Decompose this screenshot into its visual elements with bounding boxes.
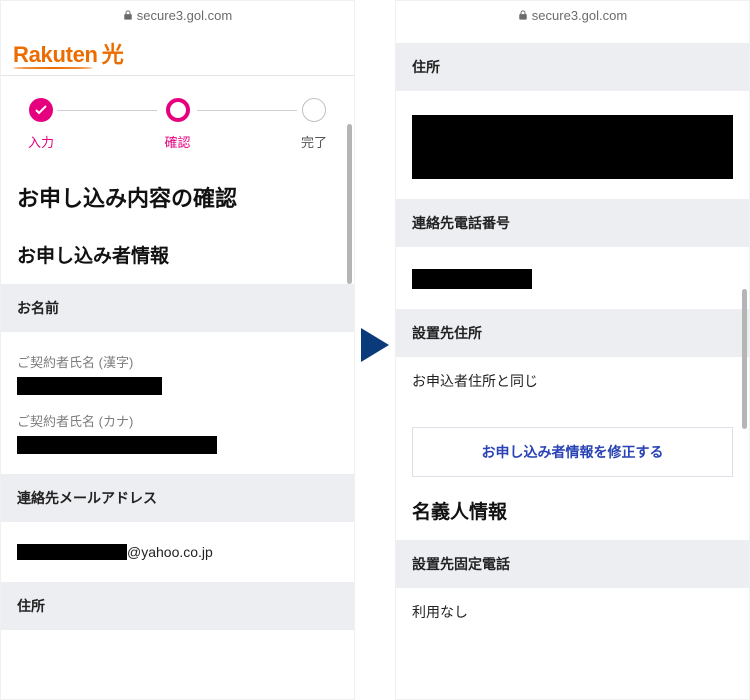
redacted-name-kanji: [17, 377, 162, 395]
brand-logo-text: Rakuten: [13, 42, 98, 67]
step-complete: 完了: [294, 98, 334, 151]
edit-applicant-button[interactable]: お申し込み者情報を修正する: [412, 427, 733, 477]
step-future-circle: [302, 98, 326, 122]
field-phone-header: 連絡先電話番号: [396, 199, 749, 247]
lock-icon: [518, 10, 528, 20]
step-connector: [57, 110, 157, 111]
progress-steps: 入力 確認 完了: [1, 76, 354, 163]
field-phone-body: [396, 247, 749, 303]
step-label-complete: 完了: [301, 132, 327, 151]
kanji-label: ご契約者氏名 (漢字): [17, 352, 338, 371]
transition-arrow: [360, 325, 390, 365]
field-address-header-left: 住所: [1, 582, 354, 630]
step-connector: [197, 110, 297, 111]
scroll-area-left[interactable]: 入力 確認 完了 お申し込み内容の確認 お申し込み者情報 お名前 ご契約者氏名 …: [1, 76, 354, 700]
holder-section-title: 名義人情報: [396, 477, 749, 534]
url-text: secure3.gol.com: [532, 8, 627, 23]
browser-url-bar: secure3.gol.com: [1, 1, 354, 29]
step-done-circle: [29, 98, 53, 122]
email-value: @yahoo.co.jp: [1, 544, 354, 576]
field-install-header: 設置先住所: [396, 309, 749, 357]
redacted-email-local: [17, 544, 127, 560]
step-input: 入力: [21, 98, 61, 151]
brand-logo-suffix: 光: [102, 42, 124, 67]
phone-left: secure3.gol.com Rakuten光 入力 確認 完了: [0, 0, 355, 700]
landline-value: 利用なし: [396, 588, 749, 636]
brand-underline: [13, 67, 93, 69]
field-landline-header: 設置先固定電話: [396, 540, 749, 588]
install-value: お申込者住所と同じ: [396, 357, 749, 405]
browser-url-bar: secure3.gol.com: [396, 1, 749, 29]
scroll-area-right[interactable]: 住所 連絡先電話番号 設置先住所 お申込者住所と同じ お申し込み者情報を修正する…: [396, 29, 749, 700]
step-label-input: 入力: [28, 132, 54, 151]
field-name-header: お名前: [1, 284, 354, 332]
kana-label: ご契約者氏名 (カナ): [17, 411, 338, 430]
step-current-circle: [166, 98, 190, 122]
field-email-header: 連絡先メールアドレス: [1, 474, 354, 522]
redacted-address: [412, 115, 733, 179]
page-title: お申し込み内容の確認: [1, 163, 354, 221]
step-confirm: 確認: [158, 98, 198, 151]
applicant-section-title: お申し込み者情報: [1, 221, 354, 278]
email-domain: @yahoo.co.jp: [127, 544, 213, 560]
step-label-confirm: 確認: [164, 132, 190, 151]
url-text: secure3.gol.com: [137, 8, 232, 23]
field-address-header: 住所: [396, 43, 749, 91]
arrow-right-icon: [361, 328, 389, 362]
field-address-body: [396, 91, 749, 193]
phone-right: secure3.gol.com 住所 連絡先電話番号 設置先住所 お申込者住所と…: [395, 0, 750, 700]
lock-icon: [123, 10, 133, 20]
field-name-body: ご契約者氏名 (漢字) ご契約者氏名 (カナ): [1, 332, 354, 468]
logo-bar: Rakuten光: [1, 29, 354, 76]
check-icon: [35, 105, 47, 115]
scrollbar[interactable]: [742, 289, 747, 429]
redacted-name-kana: [17, 436, 217, 454]
redacted-phone: [412, 269, 532, 289]
